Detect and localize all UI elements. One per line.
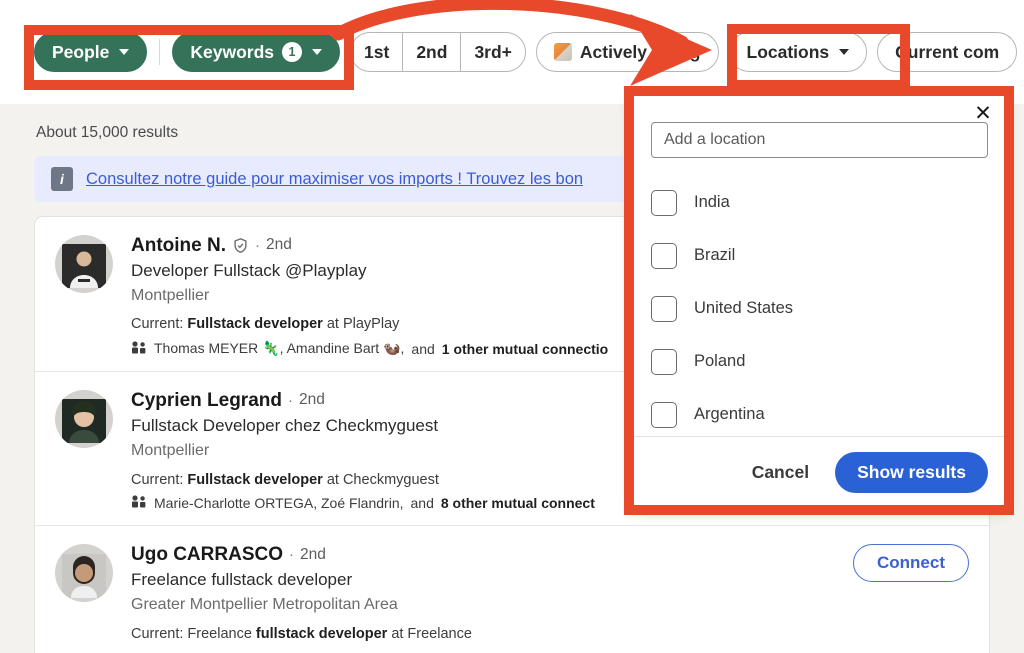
show-results-button[interactable]: Show results [835, 452, 988, 493]
checkbox-icon[interactable] [651, 296, 677, 322]
chevron-down-icon [839, 49, 849, 55]
current-prefix: Current: [131, 472, 183, 488]
chevron-down-icon [312, 49, 322, 55]
location-option-label: Poland [694, 352, 745, 371]
hiring-badge-icon [554, 43, 572, 61]
name-separator: · [289, 545, 294, 565]
close-icon[interactable]: ✕ [971, 101, 995, 125]
connection-degree: 2nd [300, 545, 326, 565]
checkbox-icon[interactable] [651, 190, 677, 216]
keywords-count-badge: 1 [282, 42, 302, 62]
location-option-united-states[interactable]: United States [651, 282, 988, 335]
connection-degree: 2nd [266, 235, 292, 255]
result-current-position: Current: Freelance fullstack developer a… [131, 624, 969, 646]
screenshot-root: People Keywords 1 1st 2nd 3rd+ Actively … [0, 0, 1024, 653]
people-icon [131, 495, 147, 511]
search-filter-bar: People Keywords 1 1st 2nd 3rd+ Actively … [0, 0, 1024, 104]
current-prefix: Current: Freelance [131, 626, 252, 642]
result-name[interactable]: Antoine N. [131, 233, 226, 258]
filter-pill-people[interactable]: People [34, 32, 147, 72]
location-option-poland[interactable]: Poland [651, 335, 988, 388]
result-name-line: Ugo CARRASCO · 2nd [131, 542, 969, 567]
mutual-count: 8 other mutual connect [441, 495, 595, 511]
current-company: at Freelance [391, 626, 472, 642]
current-role: Fullstack developer [187, 316, 322, 332]
degree-segment-1st[interactable]: 1st [351, 33, 403, 71]
cancel-button[interactable]: Cancel [744, 456, 817, 489]
mutual-names: Marie-Charlotte ORTEGA, Zoé Flandrin, [154, 495, 404, 511]
mutual-count: 1 other mutual connectio [442, 341, 608, 357]
result-name[interactable]: Cyprien Legrand [131, 388, 282, 413]
filter-pill-actively-hiring[interactable]: Actively hiring [536, 32, 719, 72]
location-option-india[interactable]: India [651, 176, 988, 229]
location-option-label: India [694, 193, 730, 212]
filter-pill-keywords[interactable]: Keywords 1 [172, 32, 340, 72]
avatar-photo [62, 399, 106, 443]
promo-banner-link[interactable]: Consultez notre guide pour maximiser vos… [86, 170, 583, 189]
degree-segment-group: 1st 2nd 3rd+ [350, 32, 526, 72]
result-headline: Freelance fullstack developer [131, 568, 969, 592]
location-search-wrap [632, 94, 1007, 158]
current-company: at PlayPlay [327, 316, 400, 332]
people-icon [131, 341, 147, 357]
connection-degree: 2nd [299, 390, 325, 410]
actively-hiring-label: Actively hiring [580, 42, 701, 63]
people-pill-label: People [52, 42, 109, 63]
current-role: Fullstack developer [187, 472, 322, 488]
result-name[interactable]: Ugo CARRASCO [131, 542, 283, 567]
avatar-photo [62, 554, 106, 598]
mutual-names: Thomas MEYER 🦎, Amandine Bart 🦦, [154, 340, 404, 357]
degree-segment-2nd[interactable]: 2nd [403, 33, 461, 71]
current-company-label: Current com [895, 42, 999, 63]
result-item[interactable]: Ugo CARRASCO · 2nd Freelance fullstack d… [35, 526, 989, 653]
chevron-down-icon [119, 49, 129, 55]
pill-divider [159, 39, 160, 65]
name-separator: · [288, 391, 293, 411]
mutual-and: and [411, 495, 434, 511]
location-option-label: United States [694, 299, 793, 318]
info-icon: i [51, 167, 73, 191]
location-search-input[interactable] [651, 122, 988, 158]
location-option-label: Brazil [694, 246, 735, 265]
location-option-label: Argentina [694, 405, 765, 424]
degree-segment-3rd[interactable]: 3rd+ [461, 33, 524, 71]
keywords-pill-label: Keywords [190, 42, 274, 63]
avatar[interactable] [55, 544, 113, 602]
checkbox-icon[interactable] [651, 243, 677, 269]
avatar[interactable] [55, 235, 113, 293]
result-info: Ugo CARRASCO · 2nd Freelance fullstack d… [131, 542, 969, 645]
locations-option-list: India Brazil United States Poland Argent… [632, 158, 1007, 436]
filter-pill-locations[interactable]: Locations [729, 32, 868, 72]
checkbox-icon[interactable] [651, 349, 677, 375]
avatar-photo [62, 244, 106, 288]
location-option-brazil[interactable]: Brazil [651, 229, 988, 282]
current-prefix: Current: [131, 316, 183, 332]
avatar[interactable] [55, 390, 113, 448]
locations-dropdown-panel: ✕ India Brazil United States Poland [631, 93, 1008, 509]
mutual-and: and [411, 341, 434, 357]
connect-button[interactable]: Connect [853, 544, 969, 582]
current-company: at Checkmyguest [327, 472, 439, 488]
checkbox-icon[interactable] [651, 402, 677, 428]
verified-icon [232, 237, 249, 254]
result-location: Greater Montpellier Metropolitan Area [131, 593, 969, 616]
locations-dropdown-footer: Cancel Show results [632, 436, 1007, 508]
current-role: fullstack developer [256, 626, 387, 642]
locations-pill-label: Locations [747, 42, 830, 63]
filter-pill-current-company[interactable]: Current com [877, 32, 1017, 72]
name-separator: · [255, 236, 260, 256]
location-option-argentina[interactable]: Argentina [651, 388, 988, 436]
